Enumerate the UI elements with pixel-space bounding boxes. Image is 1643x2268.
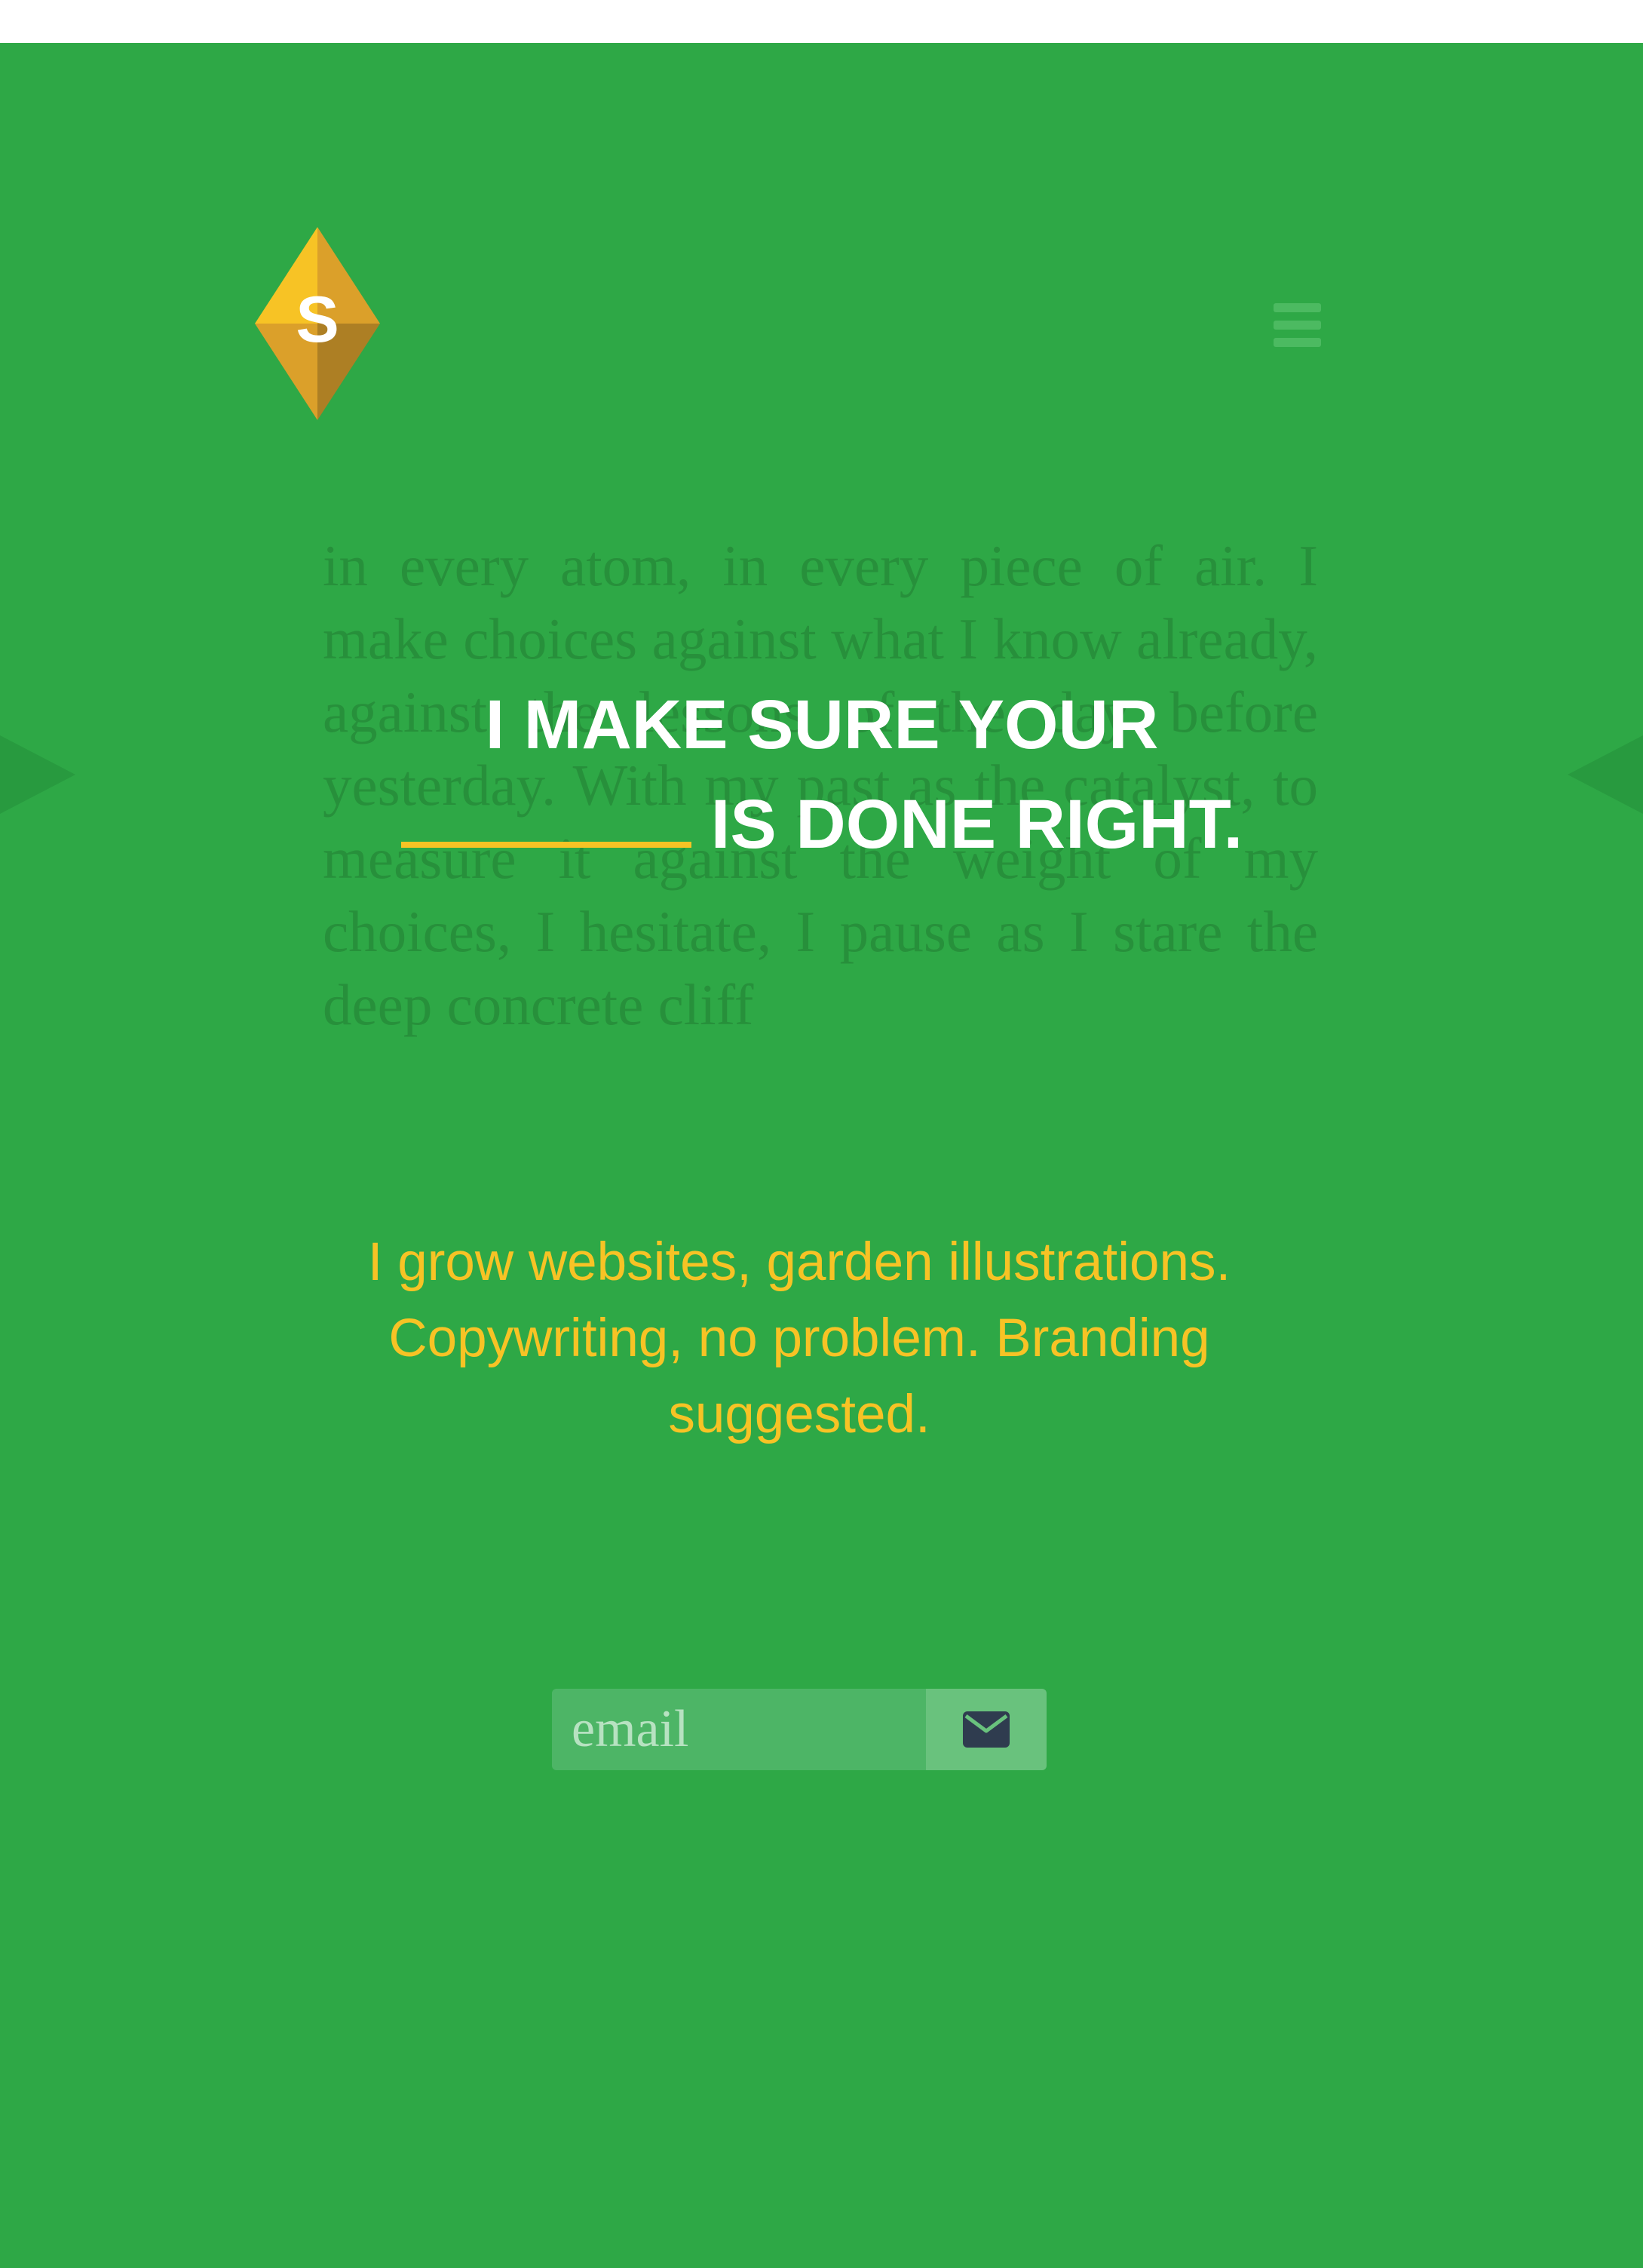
logo-letter: S bbox=[296, 284, 339, 356]
menu-bar bbox=[1274, 303, 1321, 312]
menu-bar bbox=[1274, 338, 1321, 347]
hero-section: S in every atom, in every piece of air. … bbox=[0, 43, 1643, 2268]
arrow-right-icon[interactable] bbox=[1568, 735, 1643, 814]
diamond-logo-icon[interactable]: S bbox=[255, 227, 380, 420]
headline-blank bbox=[400, 842, 691, 848]
headline-line-2: IS DONE RIGHT. bbox=[710, 786, 1243, 863]
top-bar bbox=[0, 0, 1643, 43]
hamburger-menu-icon[interactable] bbox=[1274, 303, 1321, 347]
headline-line-1: I MAKE SURE YOUR bbox=[485, 686, 1159, 763]
headline: I MAKE SURE YOUR IS DONE RIGHT. bbox=[256, 675, 1387, 874]
menu-bar bbox=[1274, 321, 1321, 330]
envelope-icon bbox=[963, 1711, 1010, 1748]
email-input[interactable] bbox=[552, 1689, 926, 1770]
arrow-left-icon[interactable] bbox=[0, 735, 75, 814]
submit-button[interactable] bbox=[926, 1689, 1047, 1770]
email-signup-form bbox=[552, 1689, 1047, 1770]
tagline: I grow websites, garden illustrations. C… bbox=[367, 1232, 1231, 1444]
